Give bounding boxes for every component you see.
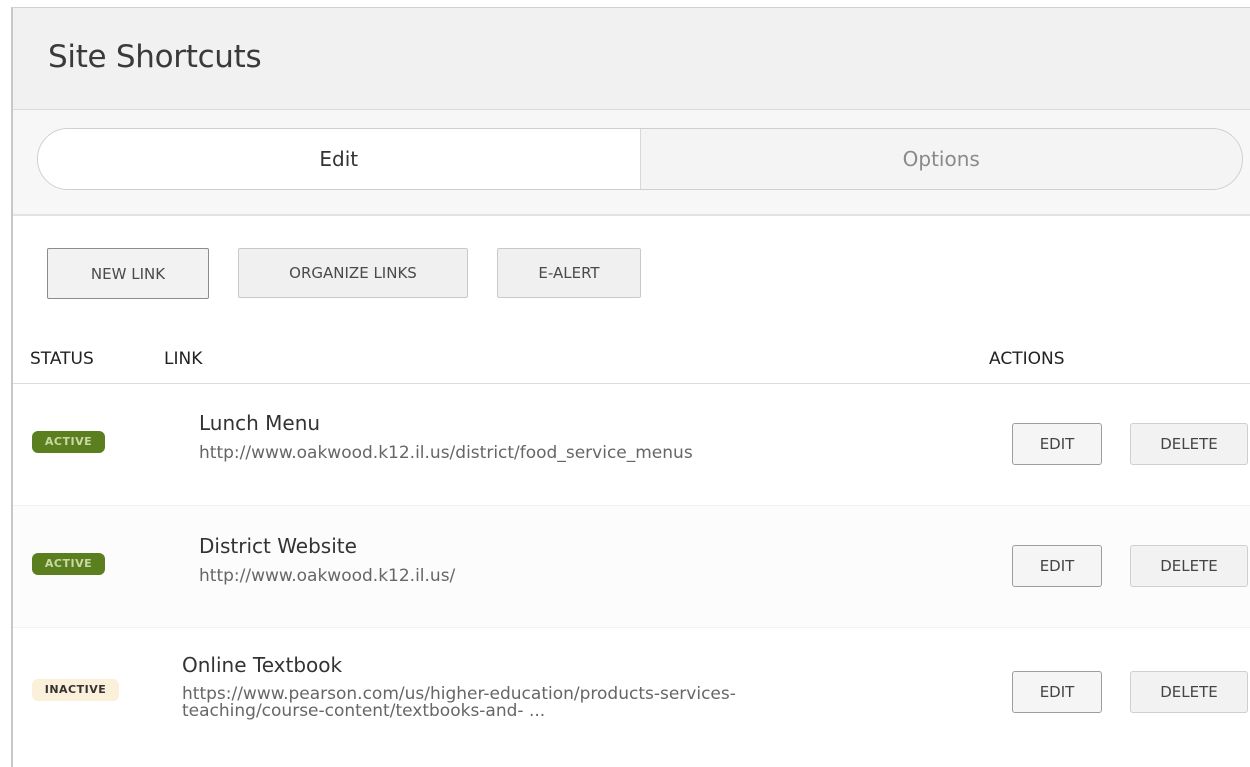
page-title: Site Shortcuts [48, 39, 262, 75]
site-shortcuts-panel: Site Shortcuts Edit Options NEW LINK ORG… [11, 7, 1250, 767]
edit-button[interactable]: EDIT [1012, 671, 1102, 713]
link-title[interactable]: Online Textbook [182, 653, 342, 677]
column-header-status: STATUS [30, 349, 94, 369]
table-row: INACTIVE Online Textbook https://www.pea… [13, 628, 1250, 750]
status-badge: ACTIVE [32, 553, 105, 575]
status-badge: ACTIVE [32, 431, 105, 453]
link-title[interactable]: Lunch Menu [199, 411, 320, 435]
tab-bar: Edit Options [37, 128, 1243, 190]
link-url: http://www.oakwood.k12.il.us/ [199, 566, 456, 586]
delete-button[interactable]: DELETE [1130, 423, 1248, 465]
e-alert-button[interactable]: E-ALERT [497, 248, 641, 298]
edit-button[interactable]: EDIT [1012, 545, 1102, 587]
column-header-actions: ACTIONS [989, 349, 1065, 369]
link-title[interactable]: District Website [199, 534, 357, 558]
delete-button[interactable]: DELETE [1130, 671, 1248, 713]
delete-button[interactable]: DELETE [1130, 545, 1248, 587]
status-badge: INACTIVE [32, 679, 119, 701]
panel-header: Site Shortcuts [13, 8, 1250, 110]
table-row: ACTIVE Lunch Menu http://www.oakwood.k12… [13, 384, 1250, 506]
column-header-link: LINK [164, 349, 203, 369]
table-row: ACTIVE District Website http://www.oakwo… [13, 506, 1250, 628]
link-url-line-2: teaching/course-content/textbooks-and- .… [182, 701, 546, 721]
organize-links-button[interactable]: ORGANIZE LINKS [238, 248, 468, 298]
new-link-button[interactable]: NEW LINK [47, 248, 209, 299]
tab-options[interactable]: Options [640, 129, 1242, 189]
edit-button[interactable]: EDIT [1012, 423, 1102, 465]
toolbar: NEW LINK ORGANIZE LINKS E-ALERT [47, 248, 641, 300]
link-url: http://www.oakwood.k12.il.us/district/fo… [199, 443, 693, 463]
tab-edit[interactable]: Edit [38, 129, 641, 189]
tab-area: Edit Options [13, 110, 1250, 216]
